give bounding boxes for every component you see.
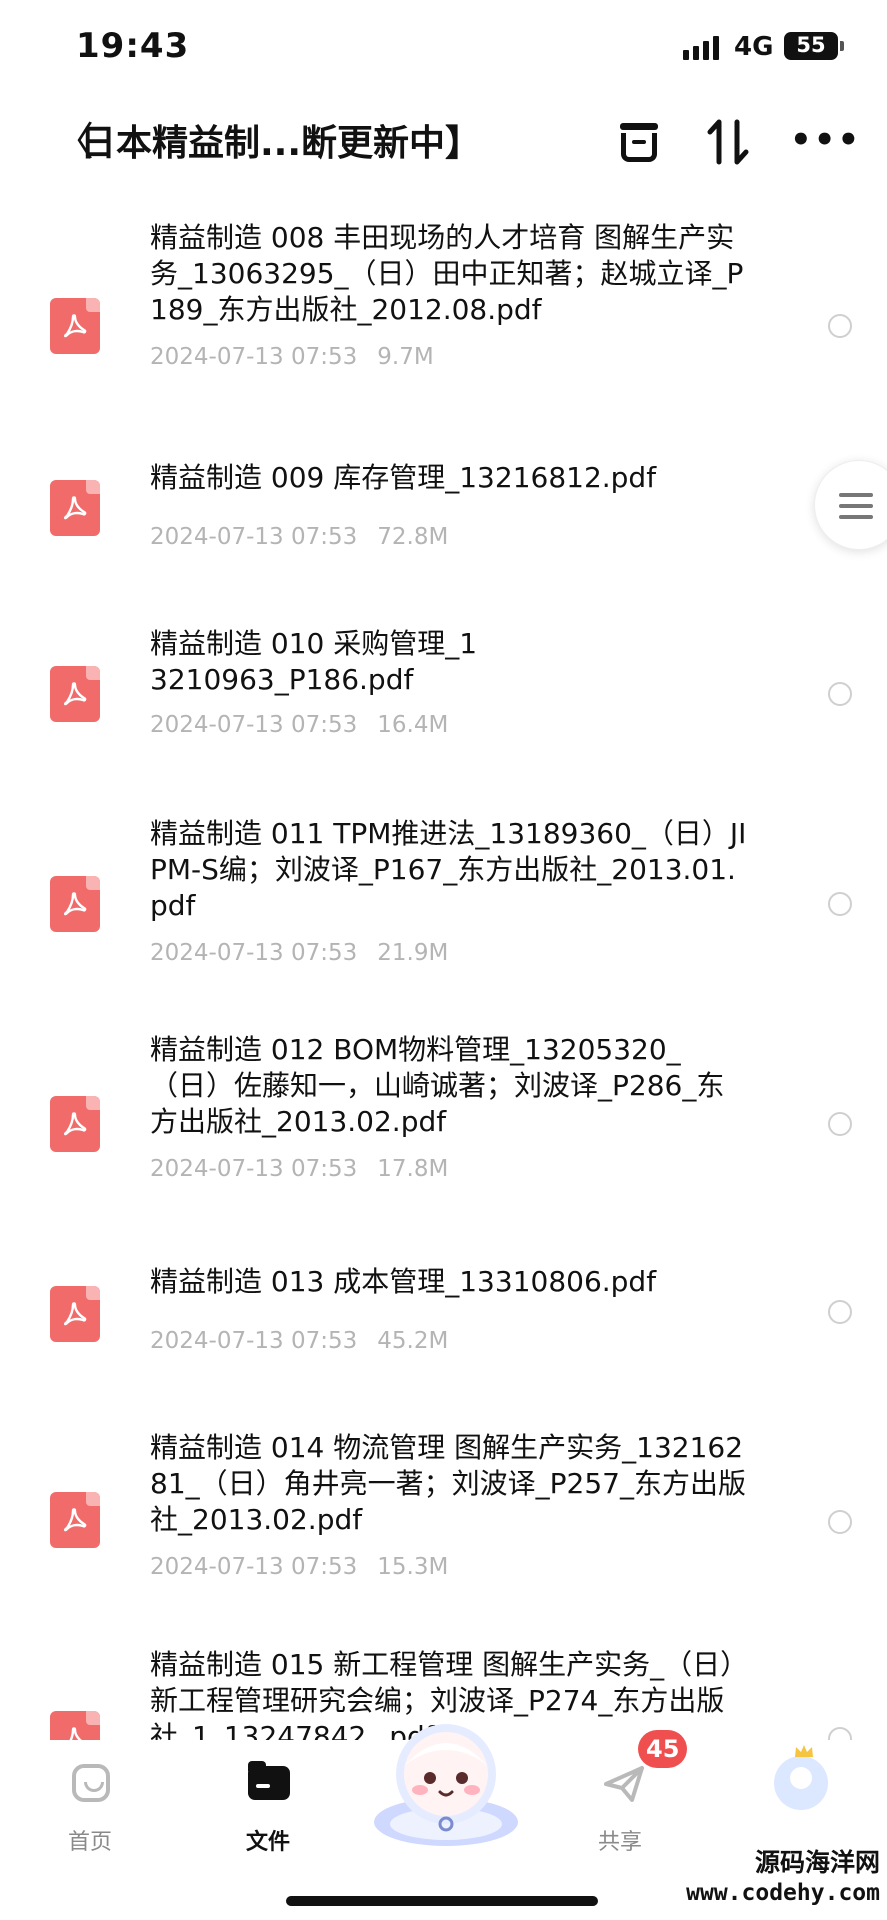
mascot-assistant-icon[interactable] [368,1712,524,1852]
more-icon[interactable]: ••• [790,114,859,170]
file-name: 精益制造 011 TPM推进法_13189360_（日）JIPM-S编；刘波译_… [150,817,747,922]
status-bar: 19:43 4G 55 [0,0,887,100]
folder-icon [248,1761,290,1800]
pdf-file-icon [50,666,100,722]
file-name: 精益制造 013 成本管理_13310806.pdf [150,1265,657,1298]
file-meta: 2024-07-13 07:53 9.7M [150,344,434,370]
pdf-file-icon [50,1286,100,1342]
select-radio[interactable] [828,682,852,706]
file-meta: 2024-07-13 07:53 72.8M [150,524,448,550]
share-badge: 45 [638,1730,688,1768]
signal-icon [683,36,721,60]
list-item[interactable]: 精益制造 013 成本管理_13310806.pdf 2024-07-13 07… [0,1264,887,1404]
file-name: 精益制造 014 物流管理 图解生产实务_13216281_（日）角井亮一著；刘… [150,1431,746,1536]
file-meta: 2024-07-13 07:53 21.9M [150,940,448,966]
nav-bar: 〈 日本精益制...断更新中】 ••• [0,100,887,190]
pdf-file-icon [50,876,100,932]
tab-home[interactable]: 首页 [30,1740,150,1860]
home-indicator [286,1896,598,1906]
tab-files-label: 文件 [245,1830,290,1855]
sort-icon[interactable] [700,114,756,170]
list-item[interactable]: 精益制造 008 丰田现场的人才培育 图解生产实务_13063295_（日）田中… [0,220,887,410]
list-item[interactable]: 精益制造 009 库存管理_13216812.pdf 2024-07-13 07… [0,460,887,600]
crown-icon [795,1745,813,1757]
file-date: 2024-07-13 07:53 [150,524,358,550]
select-radio[interactable] [828,892,852,916]
select-radio[interactable] [828,1727,852,1740]
file-date: 2024-07-13 07:53 [150,940,358,966]
file-meta: 2024-07-13 07:53 15.3M [150,1554,448,1580]
file-size: 9.7M [377,344,434,370]
file-size: 45.2M [377,1328,449,1354]
select-radio[interactable] [828,314,852,338]
list-item[interactable]: 精益制造 010 采购管理_13210963_P186.pdf 2024-07-… [0,626,887,776]
pdf-file-icon [50,1492,100,1548]
pdf-file-icon [50,298,100,354]
list-item[interactable]: 精益制造 014 物流管理 图解生产实务_13216281_（日）角井亮一著；刘… [0,1430,887,1620]
file-size: 16.4M [377,712,449,738]
tab-share-label: 共享 [597,1830,642,1855]
file-date: 2024-07-13 07:53 [150,712,358,738]
select-radio[interactable] [828,1300,852,1324]
status-time: 19:43 [76,26,190,66]
tab-home-label: 首页 [67,1830,112,1855]
network-label: 4G [734,32,774,62]
profile-avatar[interactable] [774,1756,828,1810]
pdf-file-icon [50,1711,100,1740]
file-list: 精益制造 008 丰田现场的人才培育 图解生产实务_13063295_（日）田中… [0,190,887,1740]
page-title: 日本精益制...断更新中】 [80,123,482,164]
file-size: 72.8M [377,524,449,550]
list-item[interactable]: 精益制造 011 TPM推进法_13189360_（日）JIPM-S编；刘波译_… [0,816,887,1006]
file-date: 2024-07-13 07:53 [150,344,358,370]
file-name: 精益制造 012 BOM物料管理_13205320_（日）佐藤知一，山崎诚著；刘… [150,1033,725,1138]
file-date: 2024-07-13 07:53 [150,1156,358,1182]
list-item[interactable]: 精益制造 012 BOM物料管理_13205320_（日）佐藤知一，山崎诚著；刘… [0,1032,887,1222]
file-date: 2024-07-13 07:53 [150,1554,358,1580]
file-meta: 2024-07-13 07:53 16.4M [150,712,448,738]
file-date: 2024-07-13 07:53 [150,1328,358,1354]
archive-icon[interactable] [612,114,668,170]
tab-files[interactable]: 文件 [208,1740,328,1860]
watermark-name: 源码海洋网 [754,1848,880,1877]
battery-icon: 55 [784,32,844,60]
watermark: 源码海洋网 www.codehy.com [686,1848,880,1908]
file-meta: 2024-07-13 07:53 17.8M [150,1156,448,1182]
pdf-file-icon [50,480,100,536]
pdf-file-icon [50,1096,100,1152]
home-icon [72,1764,110,1802]
watermark-url: www.codehy.com [686,1880,880,1906]
file-size: 21.9M [377,940,449,966]
file-name: 精益制造 010 采购管理_13210963_P186.pdf [150,627,478,696]
file-size: 15.3M [377,1554,449,1580]
file-meta: 2024-07-13 07:53 45.2M [150,1328,448,1354]
select-radio[interactable] [828,1112,852,1136]
battery-level: 55 [796,33,826,57]
paper-plane-icon [604,1766,644,1802]
file-name: 精益制造 008 丰田现场的人才培育 图解生产实务_13063295_（日）田中… [150,221,744,326]
file-name: 精益制造 009 库存管理_13216812.pdf [150,461,657,494]
select-radio[interactable] [828,1510,852,1534]
file-size: 17.8M [377,1156,449,1182]
